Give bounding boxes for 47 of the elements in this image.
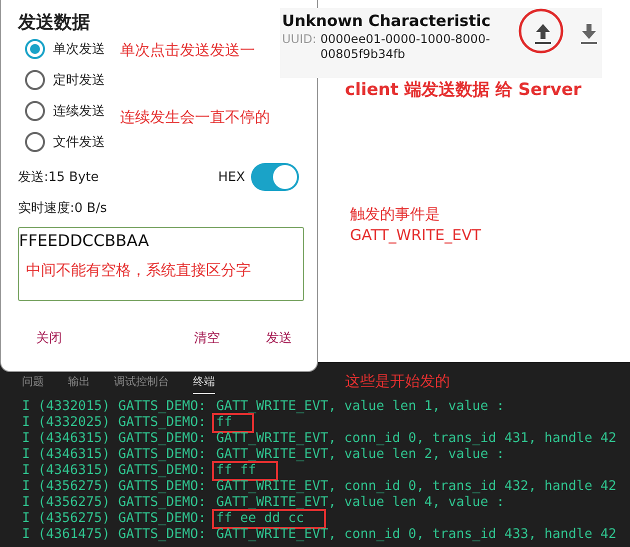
log-prefix: I (4332025) GATTS_DEMO: (22, 415, 206, 431)
radio-icon[interactable] (25, 132, 45, 152)
uuid-value: 0000ee01-0000-1000-8000-00805f9b34fb (320, 32, 491, 62)
radio-option[interactable]: 文件发送 (25, 131, 105, 153)
annotation-text: 连续发生会一直不停的 (120, 107, 270, 128)
speed-label: 实时速度:0 B/s (18, 200, 108, 217)
radio-icon[interactable] (25, 70, 45, 90)
dialog-button[interactable]: 发送 (264, 325, 294, 351)
terminal-tab[interactable]: 问题 (22, 374, 44, 394)
annotation-text: 单次点击发送发送一 (120, 40, 255, 61)
log-message: GATT_WRITE_EVT, value len 1, value : (215, 399, 506, 415)
terminal-tab[interactable]: 输出 (68, 374, 90, 394)
annotation-text: 这些是开始发的 (345, 371, 450, 392)
sent-count: 发送:15 Byte (18, 169, 99, 186)
log-message: GATT_WRITE_EVT, value len 2, value : (215, 447, 506, 463)
log-prefix: I (4332015) GATTS_DEMO: (22, 399, 206, 415)
log-message: ff (214, 415, 252, 431)
log-message: ff ff (214, 463, 276, 479)
log-message: GATT_WRITE_EVT, conn_id 0, trans_id 431, handle 42 (215, 431, 618, 447)
log-prefix: I (4346315) GATTS_DEMO: (22, 463, 206, 479)
dialog-button[interactable]: 清空 (192, 325, 222, 351)
radio-option[interactable]: 定时发送 (25, 69, 105, 91)
dialog-button[interactable]: 关闭 (34, 325, 64, 351)
log-message: GATT_WRITE_EVT, conn_id 0, trans_id 433, handle 42 (215, 527, 618, 543)
log-prefix: I (4356275) GATTS_DEMO: (22, 495, 206, 511)
radio-option[interactable]: 连续发送 (25, 100, 105, 122)
log-message: GATT_WRITE_EVT, value len 4, value : (215, 495, 506, 511)
radio-option[interactable]: 单次发送 (25, 38, 105, 60)
terminal-tab[interactable]: 终端 (193, 374, 215, 394)
annotation-text: 中间不能有空格，系统直接区分字 (26, 260, 251, 281)
characteristic-name: Unknown Characteristic (282, 12, 492, 30)
log-message: GATT_WRITE_EVT, conn_id 0, trans_id 432, handle 42 (215, 479, 618, 495)
log-prefix: I (4356275) GATTS_DEMO: (22, 511, 206, 527)
highlight-circle (518, 8, 564, 54)
annotation-text: 触发的事件是 GATT_WRITE_EVT (350, 204, 482, 246)
log-prefix: I (4346315) GATTS_DEMO: (22, 431, 206, 447)
annotation-text: client 端发送数据 给 Server (345, 80, 582, 101)
log-prefix: I (4361475) GATTS_DEMO: (22, 527, 206, 543)
log-message: ff ee dd cc (214, 511, 324, 527)
log-prefix: I (4356275) GATTS_DEMO: (22, 479, 206, 495)
terminal-tab[interactable]: 调试控制台 (114, 374, 169, 394)
radio-icon[interactable] (25, 39, 45, 59)
radio-icon[interactable] (25, 101, 45, 121)
uuid-label: UUID: (282, 32, 316, 48)
log-prefix: I (4346315) GATTS_DEMO: (22, 447, 206, 463)
hex-toggle[interactable] (251, 163, 299, 191)
hex-label: HEX (218, 170, 245, 184)
